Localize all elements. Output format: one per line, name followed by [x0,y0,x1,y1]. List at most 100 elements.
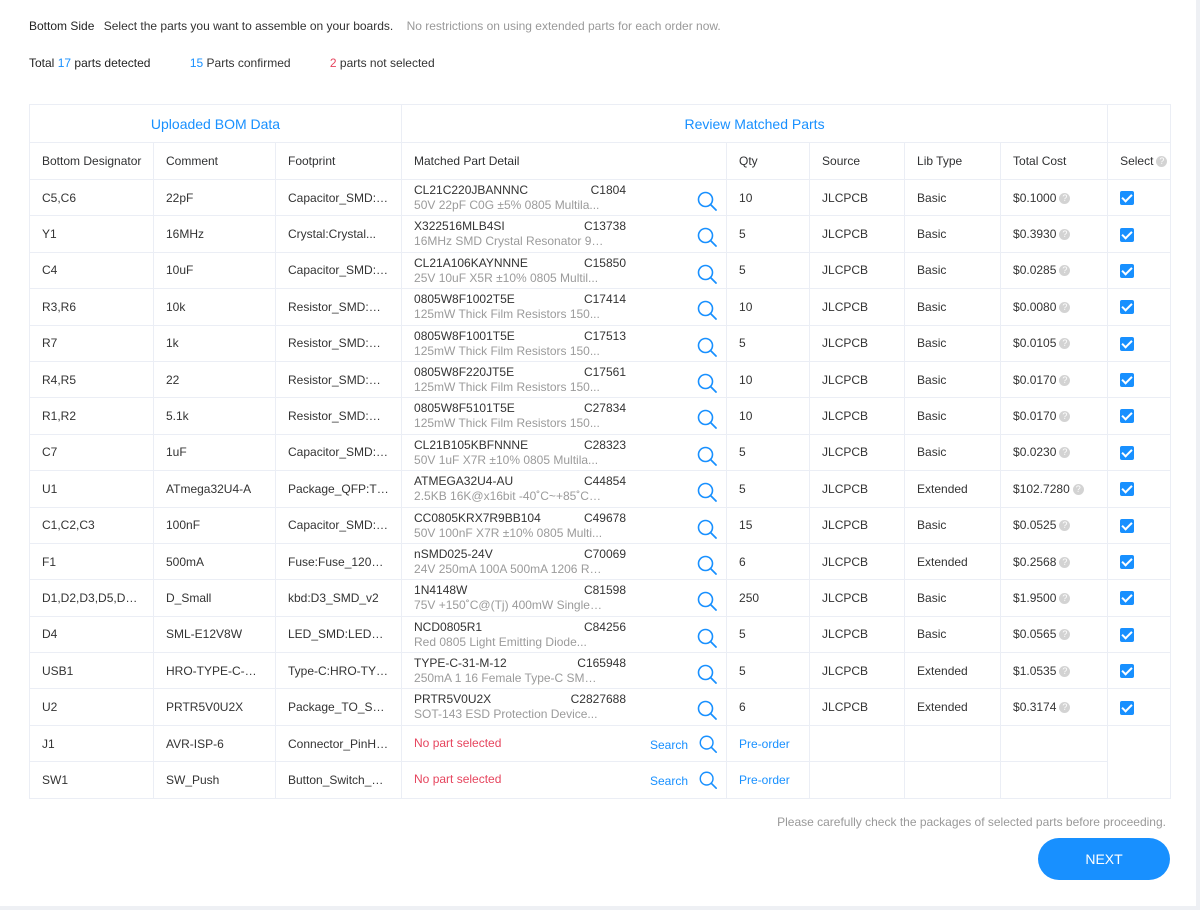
search-icon[interactable] [696,336,718,358]
select-checkbox[interactable] [1120,700,1135,715]
search-icon[interactable] [696,408,718,430]
help-icon[interactable]: ? [1059,592,1071,604]
matched-part-cell: 1N4148W C81598 75V +150˚C@(Tj) 400mW Singl… [401,579,728,617]
search-icon[interactable] [696,663,718,685]
part-number[interactable]: 0805W8F5101T5E [414,401,515,415]
search-label[interactable]: Search [650,738,688,752]
help-icon[interactable]: ? [1059,702,1071,714]
part-number[interactable]: X322516MLB4SI [414,219,505,233]
source-cell [809,724,906,763]
help-icon[interactable]: ? [1059,411,1071,423]
help-icon[interactable]: ? [1059,301,1071,313]
total-cost-text: $0.0525 [1013,518,1057,533]
total-prefix: Total [29,56,55,70]
source-text: JLCPCB [822,518,869,533]
designator-text: R7 [42,336,58,351]
table-row: J1 AVR-ISP-6 Connector_PinHe... No part sel… [29,724,1172,799]
total-cost-cell: $0.0230? [1000,433,1109,472]
help-icon[interactable]: ? [1059,665,1071,677]
search-icon[interactable] [698,734,718,754]
select-checkbox[interactable] [1120,591,1135,606]
help-icon[interactable]: ? [1156,156,1168,167]
total-cost-text: $0.0285 [1013,263,1057,278]
search-icon[interactable] [696,554,718,576]
select-checkbox[interactable] [1120,482,1135,497]
select-checkbox[interactable] [1120,445,1135,460]
select-checkbox[interactable] [1120,191,1135,206]
help-icon[interactable]: ? [1059,556,1071,568]
search-icon[interactable] [696,445,718,467]
select-checkbox[interactable] [1120,664,1135,679]
search-icon[interactable] [696,518,718,540]
help-icon[interactable]: ? [1059,229,1071,241]
search-icon[interactable] [696,372,718,394]
part-number[interactable]: CL21B105KBFNNNE [414,438,528,452]
search-icon[interactable] [696,627,718,649]
part-description: 2.5KB 16K@x16bit -40˚C~+85˚C 2.7... [414,489,605,504]
select-checkbox[interactable] [1120,518,1135,533]
qty-text: 5 [739,627,746,642]
part-number[interactable]: 1N4148W [414,583,467,597]
qty-text: 6 [739,554,746,569]
search-icon[interactable] [696,590,718,612]
select-checkbox[interactable] [1120,336,1135,351]
part-number[interactable]: CC0805KRX7R9BB104 [414,511,541,525]
select-checkbox[interactable] [1120,409,1135,424]
next-button[interactable]: NEXT [1038,838,1170,880]
select-cell [1107,506,1172,544]
select-checkbox[interactable] [1120,263,1135,278]
part-number[interactable]: PRTR5V0U2X [414,692,491,706]
part-number[interactable]: 0805W8F220JT5E [414,365,514,379]
search-icon[interactable] [696,263,718,285]
qty-text: 15 [739,518,753,533]
lcsc-part-id: C84256 [583,619,627,634]
help-icon[interactable]: ? [1059,374,1071,386]
total-cost-cell: $1.9500? [1000,579,1109,617]
search-icon[interactable] [696,226,718,248]
select-checkbox[interactable] [1120,227,1135,242]
part-number[interactable]: CL21C220JBANNNC [414,183,528,197]
part-number[interactable]: TYPE-C-31-M-12 [414,656,507,670]
footprint-cell: Resistor_SMD:R_... [274,397,403,435]
search-icon[interactable] [696,190,718,212]
help-icon[interactable]: ? [1059,338,1071,350]
table-row: U1 ATmega32U4-A Package_QFP:TQF... ATMEGA32… [29,470,1172,508]
part-number[interactable]: NCD0805R1 [414,620,482,634]
part-number[interactable]: ATMEGA32U4-AU [414,474,513,488]
total-cost-text: $0.0230 [1013,445,1057,460]
search-label[interactable]: Search [650,774,688,788]
qty-text: 5 [739,227,746,242]
pre-order-link[interactable]: Pre-order [739,737,790,751]
lib-type-text: Extended [917,554,968,569]
qty-text: 250 [739,590,760,605]
total-cost-cell: $0.0285? [1000,251,1109,290]
lcsc-part-id: C1804 [590,183,627,197]
part-number[interactable]: 0805W8F1002T5E [414,292,515,306]
help-icon[interactable]: ? [1059,520,1071,532]
search-icon[interactable] [696,481,718,503]
select-checkbox[interactable] [1120,627,1135,642]
select-checkbox[interactable] [1120,300,1135,315]
search-icon[interactable] [698,770,718,790]
search-icon[interactable] [696,699,718,721]
part-number[interactable]: 0805W8F1001T5E [414,329,515,343]
search-icon[interactable] [696,299,718,321]
designator-cell: R3,R6 [29,288,154,326]
comment-text: SW_Push [166,772,220,787]
instruction-text: Select the parts you want to assemble on… [103,19,394,33]
help-icon[interactable]: ? [1059,447,1071,459]
total-cost-cell: $102.7280? [1000,470,1109,508]
source-text: JLCPCB [822,409,869,424]
help-icon[interactable]: ? [1059,192,1071,204]
help-icon[interactable]: ? [1059,629,1071,641]
help-icon[interactable]: ? [1072,483,1084,495]
help-icon[interactable]: ? [1059,265,1071,277]
part-number[interactable]: CL21A106KAYNNNE [414,256,528,270]
part-number[interactable]: nSMD025-24V [414,547,493,561]
qty-text: 5 [739,481,746,496]
select-checkbox[interactable] [1120,373,1135,388]
total-cost-text: $1.9500 [1013,590,1057,605]
table-row: D4 SML-E12V8W LED_SMD:LED_080... NCD0805R1 C… [29,615,1172,654]
select-checkbox[interactable] [1120,555,1135,570]
pre-order-link[interactable]: Pre-order [739,773,790,787]
